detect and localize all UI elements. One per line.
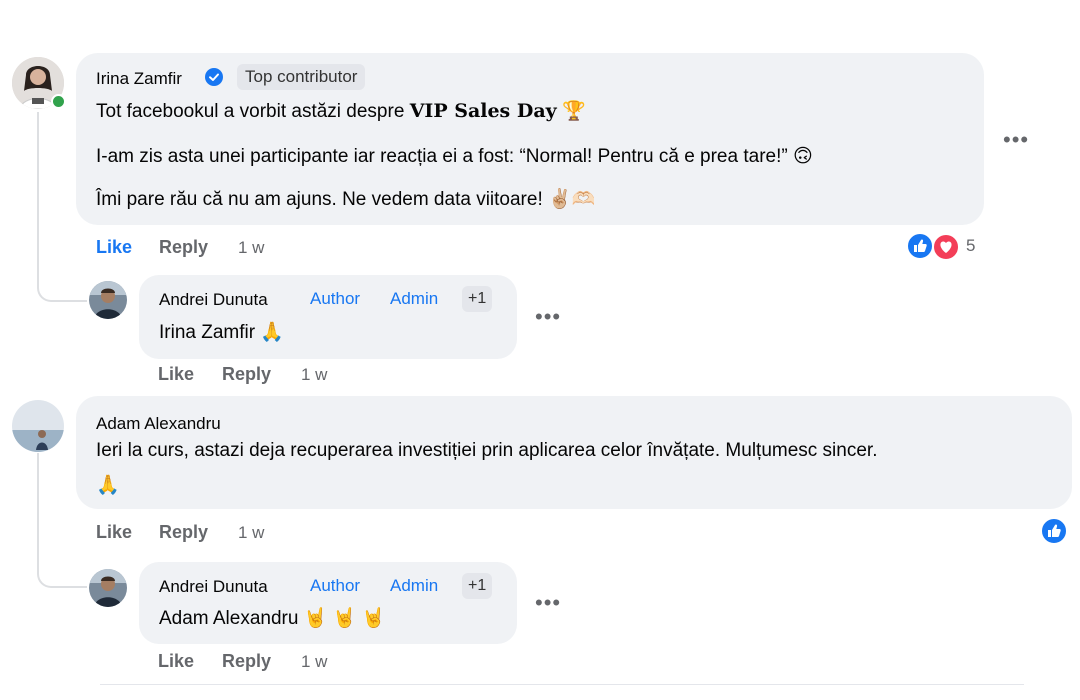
reply-author-name[interactable]: Andrei Dunuta: [159, 290, 268, 310]
avatar-andrei-dunuta[interactable]: [89, 569, 127, 607]
comment-timestamp[interactable]: 1 w: [301, 365, 327, 385]
divider: [100, 684, 1024, 685]
praying-hands-emoji: 🙏: [260, 322, 285, 343]
like-reaction-icon[interactable]: [1040, 517, 1068, 545]
reply-button[interactable]: Reply: [222, 651, 271, 672]
more-options-button[interactable]: •••: [1003, 129, 1029, 151]
author-badge[interactable]: Author: [310, 576, 360, 596]
comment-text-line-1: Tot facebookul a vorbit astăzi despre VI…: [96, 99, 586, 123]
reply-button[interactable]: Reply: [159, 237, 208, 258]
mention-link[interactable]: Adam Alexandru: [159, 608, 298, 629]
comment-text: Îmi pare rău că nu am ajuns. Ne vedem da…: [96, 189, 543, 210]
rock-on-emoji: 🤘 🤘 🤘: [303, 608, 386, 629]
comment-timestamp[interactable]: 1 w: [301, 652, 327, 672]
avatar-adam-alexandru[interactable]: [12, 400, 64, 452]
mention-link[interactable]: Irina Zamfir: [159, 322, 255, 343]
comment-text-line-2: I-am zis asta unei participante iar reac…: [96, 145, 813, 168]
online-status-indicator: [51, 94, 66, 109]
like-button[interactable]: Like: [96, 237, 132, 258]
like-reaction-icon: [906, 232, 934, 260]
reply-bubble: [139, 275, 517, 359]
reaction-count: 5: [966, 236, 976, 255]
comment-timestamp[interactable]: 1 w: [238, 523, 264, 543]
reply-text: Adam Alexandru 🤘 🤘 🤘: [159, 606, 385, 630]
praying-hands-emoji: 🙏: [96, 475, 120, 496]
reply-text: Irina Zamfir 🙏: [159, 320, 284, 344]
comment-text: I-am zis asta unei participante iar reac…: [96, 146, 788, 167]
like-button[interactable]: Like: [158, 651, 194, 672]
avatar-andrei-dunuta[interactable]: [89, 281, 127, 319]
upside-down-face-emoji: 🙃: [792, 146, 813, 167]
like-button[interactable]: Like: [158, 364, 194, 385]
more-options-button[interactable]: •••: [535, 592, 561, 614]
love-reaction-icon: [932, 233, 960, 261]
comment-text-line-3: Îmi pare rău că nu am ajuns. Ne vedem da…: [96, 187, 595, 211]
event-name-bold: VIP Sales Day: [409, 100, 557, 122]
like-button[interactable]: Like: [96, 522, 132, 543]
comment-author-name[interactable]: Adam Alexandru: [96, 414, 221, 434]
more-badges-button[interactable]: +1: [462, 286, 493, 312]
peace-hands-emoji: ✌🏼🫶🏻: [548, 189, 596, 210]
reply-button[interactable]: Reply: [159, 522, 208, 543]
comment-timestamp[interactable]: 1 w: [238, 238, 264, 258]
reply-bubble: [139, 562, 517, 644]
reply-author-name[interactable]: Andrei Dunuta: [159, 577, 268, 597]
admin-badge[interactable]: Admin: [390, 289, 438, 309]
comment-author-name[interactable]: Irina Zamfir: [96, 69, 182, 89]
more-options-button[interactable]: •••: [535, 306, 561, 328]
comment-text: Ieri la curs, astazi deja recuperarea in…: [96, 440, 878, 461]
author-badge[interactable]: Author: [310, 289, 360, 309]
reply-button[interactable]: Reply: [222, 364, 271, 385]
top-contributor-badge[interactable]: Top contributor: [237, 64, 366, 90]
admin-badge[interactable]: Admin: [390, 576, 438, 596]
verified-badge-icon: [205, 68, 223, 86]
trophy-emoji: 🏆: [561, 101, 586, 122]
more-badges-button[interactable]: +1: [462, 573, 493, 599]
comment-text: Tot facebookul a vorbit astăzi despre: [96, 101, 405, 122]
